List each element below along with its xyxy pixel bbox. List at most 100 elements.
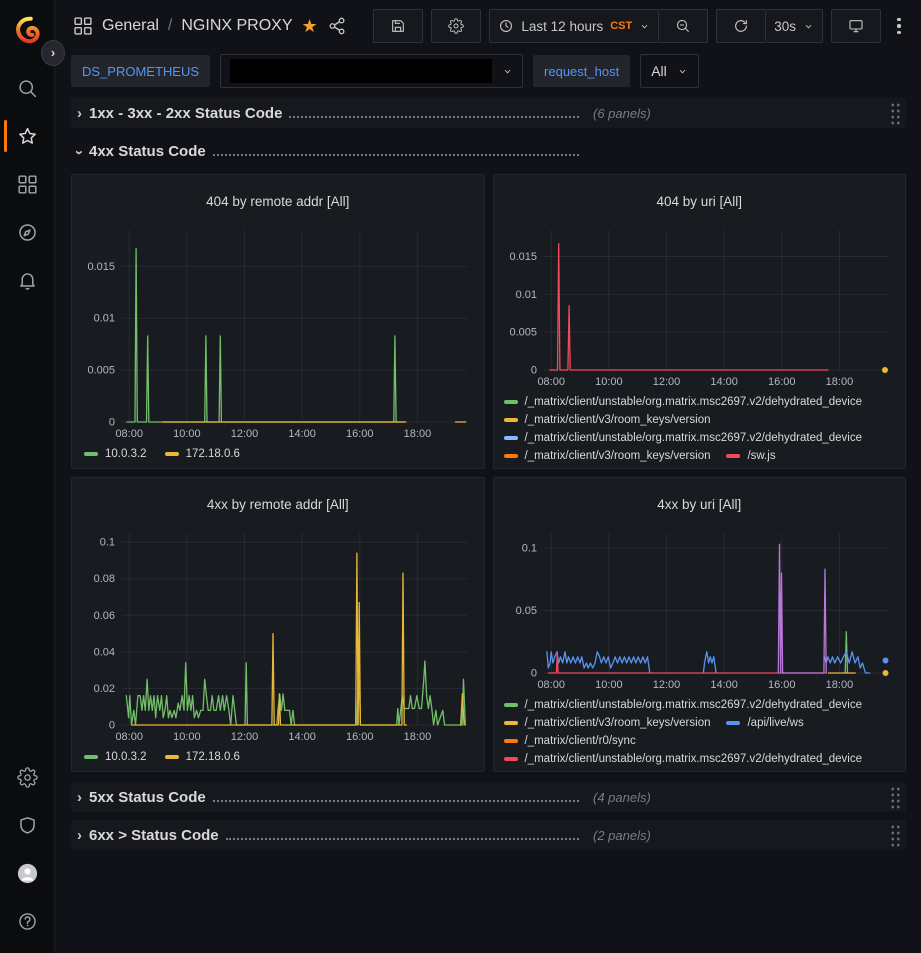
breadcrumb-section[interactable]: General xyxy=(102,17,159,35)
variable-value-ds-prometheus[interactable] xyxy=(220,54,523,88)
row-1xx-3xx-2xx[interactable]: › 1xx - 3xx - 2xx Status Code (6 panels) xyxy=(71,98,906,128)
favorite-star-icon[interactable]: ★ xyxy=(302,17,318,35)
svg-text:10:00: 10:00 xyxy=(173,731,201,743)
panel-legend: 10.0.3.2 172.18.0.6 xyxy=(82,744,474,765)
chevron-down-icon xyxy=(677,66,688,77)
legend-item[interactable]: 172.18.0.6 xyxy=(165,751,240,763)
dotted-leader xyxy=(213,800,579,802)
save-dashboard-button[interactable] xyxy=(373,9,423,43)
variable-value-request-host[interactable]: All xyxy=(640,54,699,88)
svg-text:16:00: 16:00 xyxy=(768,376,796,388)
legend-item[interactable]: 10.0.3.2 xyxy=(84,448,147,460)
svg-text:18:00: 18:00 xyxy=(404,428,432,440)
legend-item[interactable]: /_matrix/client/unstable/org.matrix.msc2… xyxy=(504,753,863,765)
more-options-kebab-icon[interactable] xyxy=(889,10,909,42)
panel-grid: 404 by remote addr [All] 08:0010:0012:00… xyxy=(71,174,906,772)
row-6xx[interactable]: › 6xx > Status Code (2 panels) xyxy=(71,820,906,850)
legend-label: 172.18.0.6 xyxy=(186,448,240,460)
legend-item[interactable]: 172.18.0.6 xyxy=(165,448,240,460)
zoom-out-time-button[interactable] xyxy=(659,9,708,43)
sidebar-item-search[interactable] xyxy=(4,64,50,112)
grafana-logo-icon[interactable] xyxy=(5,10,49,50)
svg-text:12:00: 12:00 xyxy=(231,731,259,743)
sidebar-item-server-admin[interactable] xyxy=(4,801,50,849)
legend-swatch xyxy=(84,755,98,759)
share-icon[interactable] xyxy=(327,16,347,36)
dotted-leader xyxy=(289,116,579,118)
svg-text:18:00: 18:00 xyxy=(825,376,853,388)
dashboard-toolbar: Last 12 hours CST 30s xyxy=(373,9,909,43)
panel-title[interactable]: 4xx by uri [All] xyxy=(504,494,896,514)
star-icon xyxy=(17,126,38,147)
legend-item[interactable]: /_matrix/client/r0/sync xyxy=(504,735,636,747)
row-title: 6xx > Status Code xyxy=(89,827,219,844)
sidebar-item-help[interactable] xyxy=(4,897,50,945)
legend-item[interactable]: /_matrix/client/unstable/org.matrix.msc2… xyxy=(504,699,863,711)
legend-swatch xyxy=(84,452,98,456)
svg-text:16:00: 16:00 xyxy=(346,731,374,743)
chevron-down-icon xyxy=(803,21,814,32)
panel-title[interactable]: 404 by uri [All] xyxy=(504,191,896,211)
row-5xx[interactable]: › 5xx Status Code (4 panels) xyxy=(71,782,906,812)
panel-title[interactable]: 4xx by remote addr [All] xyxy=(82,494,474,514)
sidebar-item-profile[interactable] xyxy=(4,849,50,897)
row-drag-handle[interactable] xyxy=(889,823,900,847)
svg-text:0: 0 xyxy=(530,668,536,680)
legend-item[interactable]: /_matrix/client/v3/room_keys/version xyxy=(504,717,711,729)
legend-item[interactable]: /_matrix/client/unstable/org.matrix.msc2… xyxy=(504,396,863,408)
time-series-chart[interactable]: 08:0010:0012:0014:0016:0018:0000.0050.01… xyxy=(82,222,474,441)
svg-text:14:00: 14:00 xyxy=(710,679,738,691)
legend-item[interactable]: /sw.js xyxy=(726,450,775,462)
legend-label: /_matrix/client/v3/room_keys/version xyxy=(525,414,711,426)
svg-text:08:00: 08:00 xyxy=(537,376,565,388)
bell-icon xyxy=(17,270,38,291)
legend-swatch xyxy=(165,452,179,456)
chevron-down-icon: › xyxy=(72,150,87,155)
legend-swatch xyxy=(504,436,518,440)
legend-item[interactable]: /_matrix/client/v3/room_keys/version xyxy=(504,450,711,462)
row-drag-handle[interactable] xyxy=(889,101,900,125)
time-range-picker[interactable]: Last 12 hours CST xyxy=(489,9,659,43)
time-range-label: Last 12 hours xyxy=(521,19,603,34)
request-host-value: All xyxy=(651,63,667,79)
row-drag-handle[interactable] xyxy=(889,785,900,809)
legend-item[interactable]: /api/live/ws xyxy=(726,717,803,729)
svg-text:0.1: 0.1 xyxy=(100,537,115,549)
legend-item[interactable]: /_matrix/client/v3/room_keys/version xyxy=(504,414,711,426)
time-series-chart[interactable]: 08:0010:0012:0014:0016:0018:0000.0050.01… xyxy=(504,222,896,389)
svg-text:0.1: 0.1 xyxy=(521,543,536,555)
sidebar-expand-icon[interactable]: › xyxy=(41,40,65,66)
svg-text:10:00: 10:00 xyxy=(173,428,201,440)
legend-swatch xyxy=(504,721,518,725)
time-series-chart[interactable]: 08:0010:0012:0014:0016:0018:0000.050.1 xyxy=(504,525,896,692)
row-4xx[interactable]: › 4xx Status Code xyxy=(71,136,906,166)
variable-label-request-host[interactable]: request_host xyxy=(533,55,630,87)
sidebar-item-configuration[interactable] xyxy=(4,753,50,801)
redacted-value xyxy=(230,59,492,83)
avatar xyxy=(17,863,38,884)
row-title: 4xx Status Code xyxy=(89,143,206,160)
save-icon xyxy=(390,18,406,34)
sidebar-item-alerting[interactable] xyxy=(4,256,50,304)
legend-label: /_matrix/client/v3/room_keys/version xyxy=(525,717,711,729)
variable-label-ds-prometheus[interactable]: DS_PROMETHEUS xyxy=(71,55,210,87)
sidebar-item-explore[interactable] xyxy=(4,208,50,256)
dashboard-settings-button[interactable] xyxy=(431,9,481,43)
dotted-leader xyxy=(226,838,579,840)
refresh-button[interactable] xyxy=(716,9,766,43)
svg-text:12:00: 12:00 xyxy=(652,679,680,691)
legend-swatch xyxy=(504,703,518,707)
refresh-group: 30s xyxy=(716,9,823,43)
shield-icon xyxy=(17,815,38,836)
sidebar-item-starred[interactable] xyxy=(4,112,50,160)
legend-item[interactable]: 10.0.3.2 xyxy=(84,751,147,763)
sidebar-item-dashboards[interactable] xyxy=(4,160,50,208)
time-picker-group: Last 12 hours CST xyxy=(489,9,708,43)
time-series-chart[interactable]: 08:0010:0012:0014:0016:0018:0000.020.040… xyxy=(82,525,474,744)
panel-title[interactable]: 404 by remote addr [All] xyxy=(82,191,474,211)
refresh-interval-picker[interactable]: 30s xyxy=(766,9,823,43)
top-nav: General / NGINX PROXY ★ Last 12 hours CS… xyxy=(55,0,921,52)
cycle-view-mode-button[interactable] xyxy=(831,9,881,43)
refresh-icon xyxy=(733,18,749,34)
legend-item[interactable]: /_matrix/client/unstable/org.matrix.msc2… xyxy=(504,432,863,444)
